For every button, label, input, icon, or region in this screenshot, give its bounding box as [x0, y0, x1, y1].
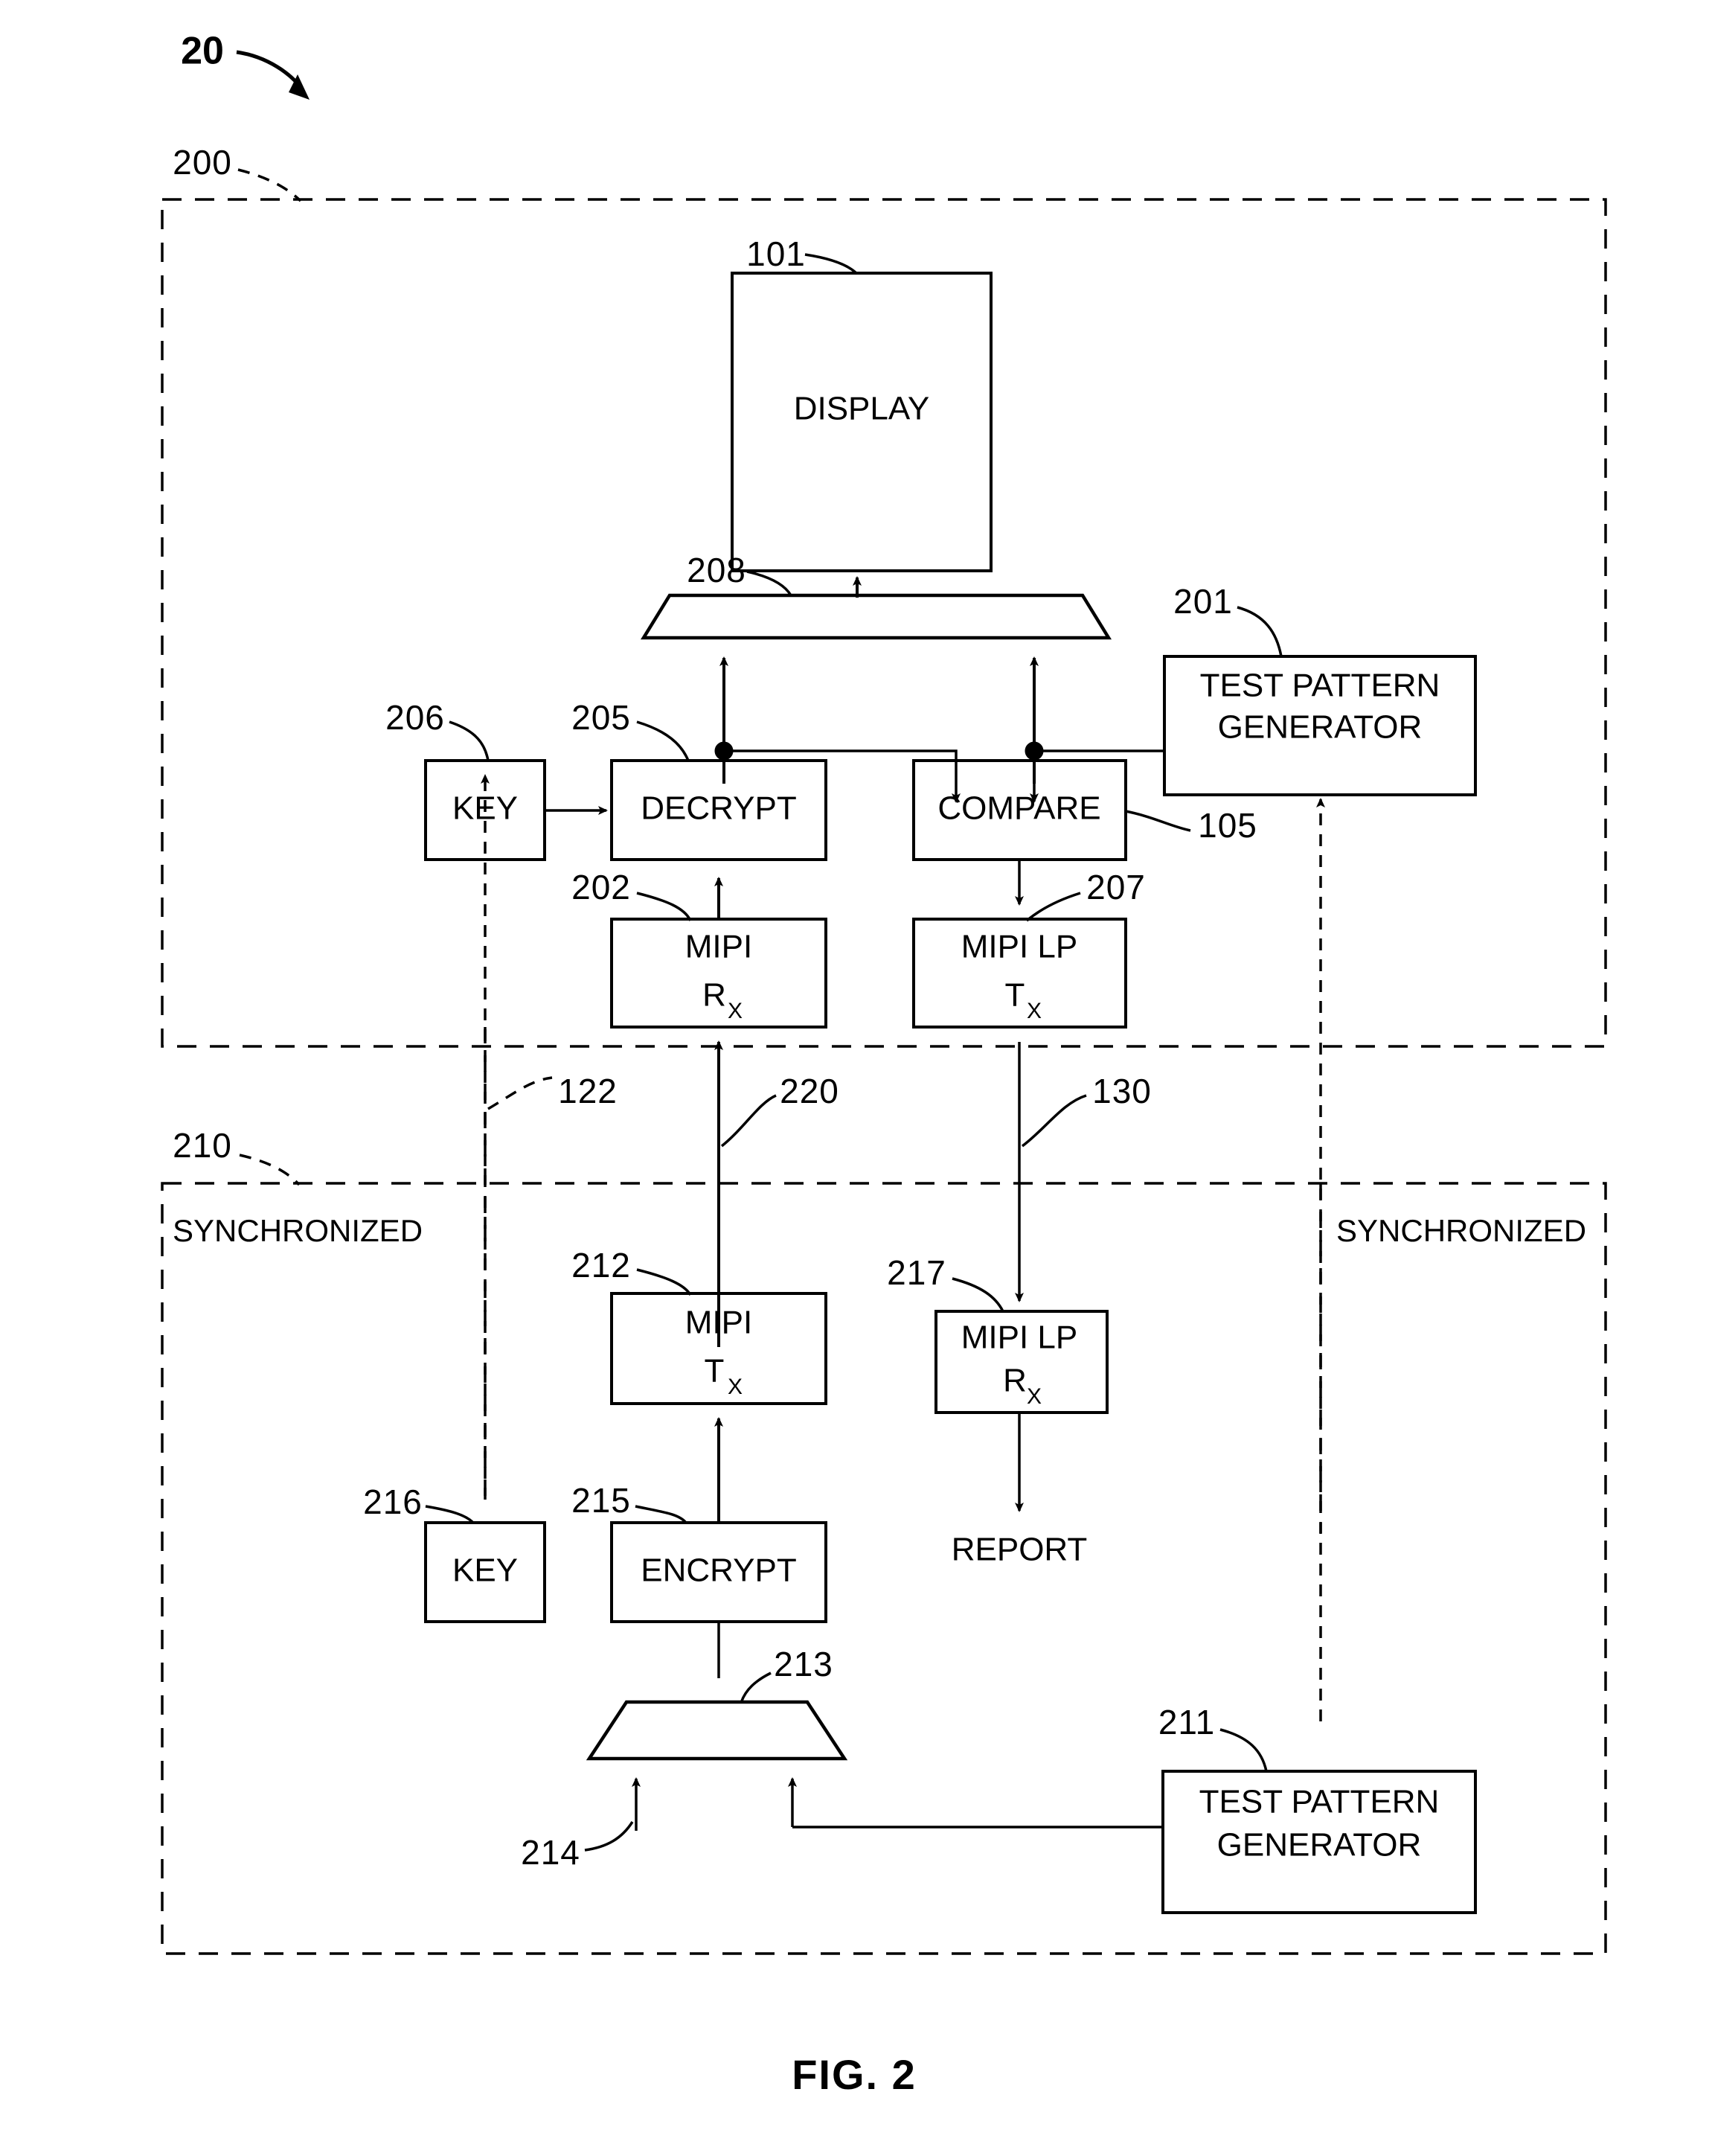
mux-213-ref: 213: [774, 1645, 833, 1683]
zone-200-ref: 200: [173, 143, 232, 182]
mipi-lp-rx-line1: MIPI LP: [961, 1319, 1078, 1356]
compare-label: COMPARE: [937, 790, 1100, 827]
mipi-lp-tx-ref: 207: [1086, 868, 1146, 906]
encrypt-leader: [635, 1505, 687, 1524]
video-input-leader: [584, 1821, 634, 1852]
mipi-tx-leader: [636, 1268, 692, 1296]
key-top-leader: [449, 720, 490, 761]
display-label: DISPLAY: [794, 391, 930, 427]
report-channel-leader: [1021, 1094, 1087, 1148]
mipi-tx-ref: 212: [571, 1246, 631, 1285]
mipi-lp-tx-leader: [1025, 892, 1081, 922]
display-ref: 101: [746, 234, 806, 273]
display-leader: [804, 253, 859, 275]
report-channel-ref: 130: [1092, 1072, 1152, 1110]
key-bottom-ref: 216: [363, 1482, 423, 1521]
mipi-lp-rx-subscript: X: [1027, 1384, 1042, 1409]
tpg-bottom-leader: [1219, 1728, 1268, 1772]
decrypt-ref: 205: [571, 698, 631, 737]
tpg-top-line2: GENERATOR: [1218, 709, 1423, 746]
decrypt-leader: [636, 720, 690, 761]
figure-2-block-diagram: 20 200 DISPLAY 101 208 TEST PATTERN GENE…: [161, 30, 1607, 2098]
encrypt-label: ENCRYPT: [641, 1552, 796, 1589]
mipi-rx-ref: 202: [571, 868, 631, 906]
tpg-top-line1: TEST PATTERN: [1200, 668, 1440, 704]
video-input-ref: 214: [521, 1833, 580, 1872]
tpg-top-ref: 201: [1173, 582, 1233, 621]
tpg-bottom-line2: GENERATOR: [1217, 1827, 1422, 1864]
compare-leader: [1125, 810, 1191, 832]
zone-210-leader: [239, 1154, 301, 1186]
report-label: REPORT: [952, 1532, 1088, 1568]
tpg-top-leader: [1237, 606, 1283, 657]
tpg-bottom-line1: TEST PATTERN: [1199, 1784, 1440, 1820]
mipi-lp-rx-ref: 217: [887, 1253, 946, 1292]
figure-caption: FIG. 2: [792, 2051, 917, 2098]
mipi-lp-rx-line2: R: [1003, 1363, 1027, 1399]
mipi-rx-line1: MIPI: [685, 929, 752, 965]
mipi-lp-tx-line2: T: [1005, 977, 1025, 1014]
zone-label-synchronized-right: SYNCHRONIZED: [1336, 1213, 1586, 1248]
mipi-lp-rx-leader: [952, 1277, 1004, 1312]
zone-label-synchronized-left: SYNCHRONIZED: [173, 1213, 423, 1248]
key-top-ref: 206: [385, 698, 445, 737]
key-bottom-leader: [425, 1505, 475, 1524]
data-channel-ref: 220: [780, 1072, 839, 1110]
tpg-bottom-ref: 211: [1158, 1703, 1215, 1741]
mipi-rx-leader: [636, 892, 692, 921]
key-channel-leader: [487, 1076, 553, 1110]
zone-200-boundary: [161, 198, 1607, 1048]
mipi-rx-subscript: X: [728, 999, 743, 1023]
zone-210-ref: 210: [173, 1126, 232, 1165]
encrypt-ref: 215: [571, 1481, 631, 1520]
mipi-rx-line2: R: [702, 977, 726, 1014]
compare-ref: 105: [1198, 806, 1257, 845]
mipi-lp-tx-subscript: X: [1027, 999, 1042, 1023]
mux-208-ref: 208: [687, 551, 746, 589]
key-channel-ref: 122: [558, 1072, 618, 1110]
mux-213-leader: [740, 1672, 772, 1704]
system-ref-leader: [236, 50, 304, 91]
data-channel-leader: [720, 1094, 777, 1148]
mipi-tx-line2: T: [705, 1353, 725, 1389]
system-ref-number: 20: [181, 30, 224, 73]
decrypt-label: DECRYPT: [641, 790, 796, 827]
key-bottom-label: KEY: [452, 1552, 518, 1589]
mipi-tx-subscript: X: [728, 1375, 743, 1399]
mux-208-block: [640, 593, 1112, 640]
zone-200-leader: [237, 168, 302, 202]
mux-208-leader: [746, 570, 792, 596]
patent-figure: 20 200 DISPLAY 101 208 TEST PATTERN GENE…: [0, 0, 1712, 2156]
mipi-lp-tx-line1: MIPI LP: [961, 929, 1078, 965]
mipi-tx-line1: MIPI: [685, 1305, 752, 1341]
mux-213-block: [586, 1700, 848, 1761]
